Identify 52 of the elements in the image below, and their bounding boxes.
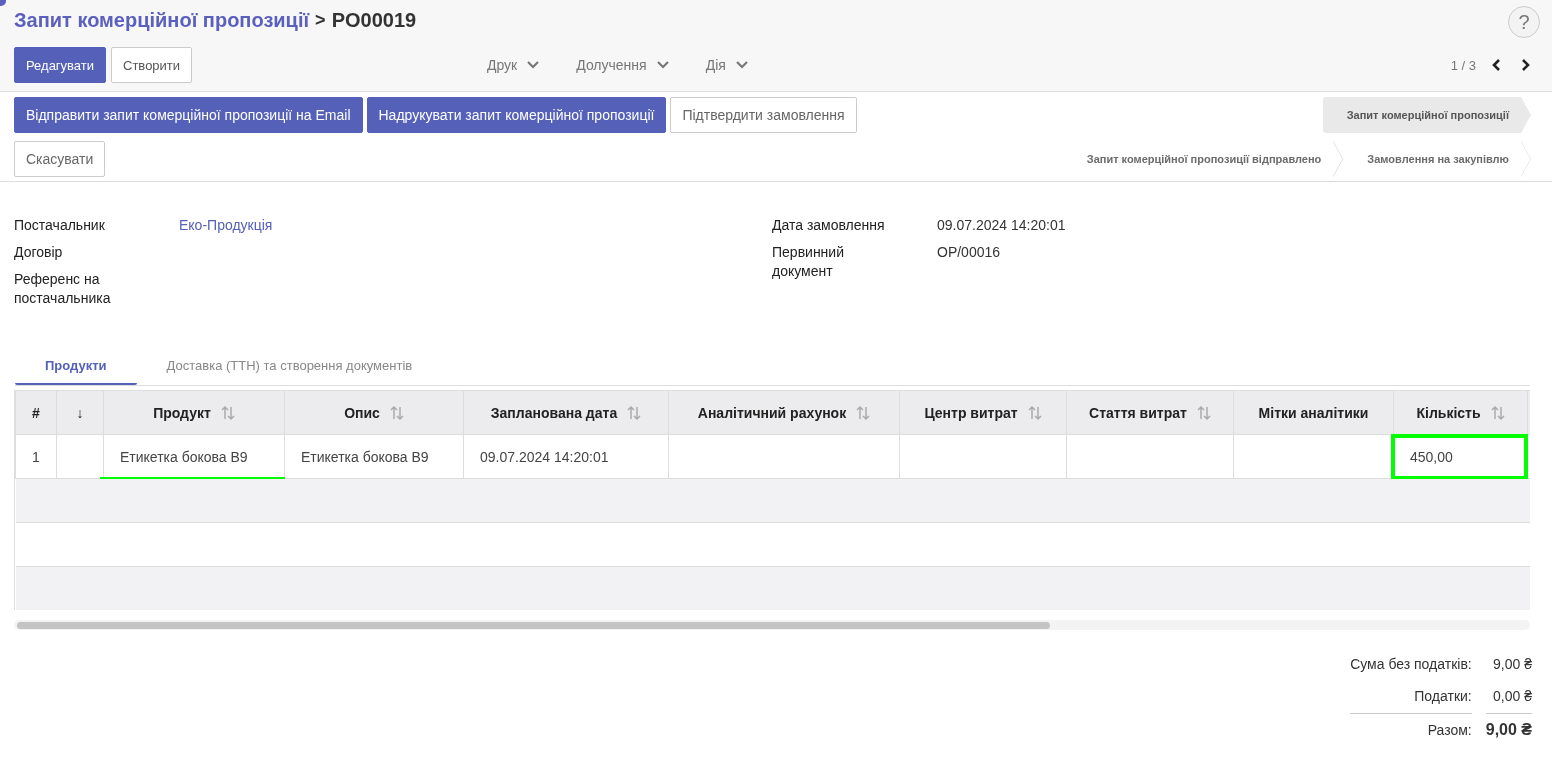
column-header[interactable]: Центр витрат (899, 390, 1067, 435)
column-header[interactable]: Опис (284, 390, 464, 435)
total-value: 0,00 ₴ (1492, 687, 1532, 706)
total-value: 9,00 ₴ (1492, 655, 1532, 674)
action-button[interactable]: Скасувати (14, 141, 106, 177)
tab[interactable]: Продукти (15, 348, 137, 385)
column-header[interactable]: Кількість (1393, 390, 1528, 435)
help-button[interactable]: ? (1508, 6, 1540, 38)
action-button[interactable]: Надрукувати запит комерційної пропозиції (366, 97, 667, 133)
total-label: Податки: (1413, 687, 1472, 706)
column-header[interactable]: Аналітичний рахунок (668, 390, 900, 435)
table-cell: 450,00 (1410, 448, 1453, 465)
status-stage[interactable]: Запит комерційної пропозиції (1322, 97, 1531, 133)
field-value: 09.07.2024 14:20:01 (937, 216, 1066, 235)
field-value: OP/00016 (937, 243, 1002, 262)
dropdown-button[interactable]: Долучення (576, 57, 670, 73)
column-header[interactable]: Мітки аналітики (1233, 390, 1394, 435)
total-value: 9,00 ₴ (1485, 713, 1532, 748)
chevron-left-icon (1492, 58, 1502, 72)
dropdown-button[interactable]: Дія (705, 57, 749, 73)
total-label: Разом: (1350, 713, 1472, 748)
table-cell: 09.07.2024 14:20:01 (480, 448, 609, 465)
horizontal-scrollbar[interactable] (14, 620, 1530, 630)
chevron-down-icon (655, 60, 670, 70)
field-label: Договір (14, 243, 64, 262)
total-label: Сума без податків: (1350, 655, 1472, 674)
pager-counter: 1 / 3 (1450, 57, 1476, 73)
action-button[interactable]: Підтвердити замовлення (670, 97, 857, 133)
column-header[interactable]: Продукт (103, 390, 285, 435)
field-label: Дата замовлення (772, 216, 886, 235)
column-header[interactable]: # (15, 390, 57, 435)
chevron-down-icon (526, 60, 541, 70)
column-header[interactable]: Стаття витрат (1066, 390, 1234, 435)
field-label: Постачальник (14, 216, 106, 235)
record-title: PO00019 (331, 8, 417, 32)
edit-button[interactable]: Редагувати (14, 47, 107, 83)
table-cell: Етикетка бокова B9 (120, 448, 248, 465)
column-header[interactable]: ↓ (56, 390, 104, 435)
column-header[interactable]: Запланована дата (463, 390, 669, 435)
table-cell: 1 (32, 448, 40, 465)
chevron-right-icon (1520, 58, 1530, 72)
tab[interactable]: Доставка (ТТН) та створення документів (136, 348, 443, 385)
action-button[interactable]: Відправити запит комерційної пропозиції на Email (14, 97, 363, 133)
breadcrumb-separator: > (315, 9, 326, 31)
table-cell: Етикетка бокова B9 (301, 448, 429, 465)
chevron-down-icon (734, 60, 749, 70)
vendor-link[interactable]: Еко-Продукція (179, 216, 772, 235)
create-button[interactable]: Створити (111, 47, 193, 83)
breadcrumb-link[interactable]: Запит комерційної пропозиції (14, 8, 310, 32)
field-label: Первинний документ (772, 243, 845, 281)
dropdown-button[interactable]: Друк (487, 57, 541, 73)
field-label: Референс на постачальника (14, 270, 112, 308)
